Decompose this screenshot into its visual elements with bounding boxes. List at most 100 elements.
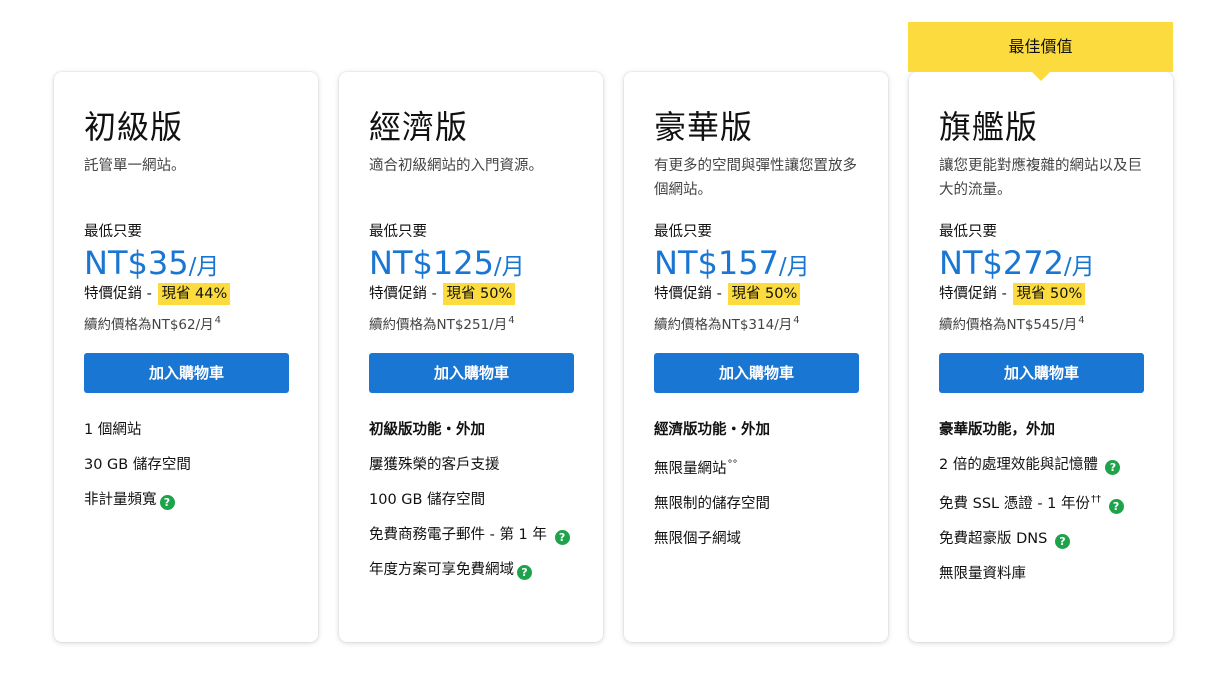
promo-label: 特價促銷 - bbox=[654, 286, 722, 302]
feature-list: 初級版功能・外加 屢獲殊榮的客戶支援 100 GB 儲存空間 免費商務電子郵件 … bbox=[369, 418, 579, 593]
savings-badge: 現省 50% bbox=[728, 283, 801, 305]
price-from-label: 最低只要 bbox=[939, 224, 997, 240]
price-from-label: 最低只要 bbox=[654, 224, 712, 240]
promo-line: 特價促銷 - 現省 50% bbox=[369, 280, 516, 308]
feature-list: 1 個網站 30 GB 儲存空間 非計量頻寬? bbox=[84, 418, 294, 523]
price-amount: NT$35 bbox=[84, 244, 189, 282]
renewal-text: 續約價格為NT$251/月 bbox=[369, 317, 508, 333]
feature-item: 年度方案可享免費網域? bbox=[369, 558, 579, 582]
price-amount: NT$125 bbox=[369, 244, 494, 282]
price-unit: /月 bbox=[1063, 254, 1095, 280]
plan-name: 經濟版 bbox=[369, 108, 469, 146]
help-icon[interactable]: ? bbox=[554, 530, 570, 545]
footnote-marker: 4 bbox=[793, 315, 800, 326]
feature-text: 30 GB 儲存空間 bbox=[84, 457, 191, 473]
plan-name: 初級版 bbox=[84, 108, 184, 146]
promo-line: 特價促銷 - 現省 50% bbox=[939, 280, 1086, 308]
plan-description: 託管單一網站。 bbox=[84, 158, 186, 174]
feature-item: 免費商務電子郵件 - 第 1 年 ? bbox=[369, 523, 579, 547]
feature-item: 無限量資料庫 bbox=[939, 562, 1149, 586]
renewal-text: 續約價格為NT$545/月 bbox=[939, 317, 1078, 333]
feature-item: 屢獲殊榮的客戶支援 bbox=[369, 453, 579, 477]
feature-text: 100 GB 儲存空間 bbox=[369, 492, 486, 508]
renewal-price: 續約價格為NT$314/月4 bbox=[654, 309, 800, 337]
feature-item: 30 GB 儲存空間 bbox=[84, 453, 294, 477]
best-value-label: 最佳價值 bbox=[1008, 37, 1073, 56]
price-unit: /月 bbox=[188, 254, 220, 280]
price-from-label: 最低只要 bbox=[369, 224, 427, 240]
savings-badge: 現省 44% bbox=[158, 283, 231, 305]
feature-text: 無限量網站 bbox=[654, 461, 727, 477]
price-unit: /月 bbox=[778, 254, 810, 280]
renewal-price: 續約價格為NT$62/月4 bbox=[84, 309, 221, 337]
feature-text: 無限個子網域 bbox=[654, 531, 741, 547]
best-value-ribbon: 最佳價值 bbox=[908, 22, 1173, 81]
promo-label: 特價促銷 - bbox=[84, 286, 152, 302]
feature-heading: 經濟版功能・外加 bbox=[654, 418, 864, 442]
promo-label: 特價促銷 - bbox=[369, 286, 437, 302]
feature-text: 無限量資料庫 bbox=[939, 566, 1026, 582]
price-from-label: 最低只要 bbox=[84, 224, 142, 240]
feature-text: 豪華版功能，外加 bbox=[939, 422, 1055, 438]
feature-item: 無限量網站°° bbox=[654, 453, 864, 481]
add-to-cart-button[interactable]: 加入購物車 bbox=[654, 353, 859, 393]
help-icon[interactable]: ? bbox=[1105, 460, 1121, 475]
plan-description: 適合初級網站的入門資源。 bbox=[369, 158, 543, 174]
promo-line: 特價促銷 - 現省 44% bbox=[84, 280, 231, 308]
plan-card-economy: 經濟版 適合初級網站的入門資源。 最低只要 NT$125/月 特價促銷 - 現省… bbox=[339, 72, 603, 642]
plan-name: 旗艦版 bbox=[939, 108, 1039, 146]
help-icon[interactable]: ? bbox=[1054, 534, 1070, 549]
feature-text: 年度方案可享免費網域 bbox=[369, 562, 514, 578]
help-icon[interactable]: ? bbox=[517, 565, 532, 580]
add-to-cart-button[interactable]: 加入購物車 bbox=[939, 353, 1144, 393]
feature-text: 無限制的儲存空間 bbox=[654, 496, 770, 512]
help-icon[interactable]: ? bbox=[1108, 499, 1124, 514]
help-icon[interactable]: ? bbox=[159, 495, 175, 510]
feature-text: 1 個網站 bbox=[84, 422, 142, 438]
price-unit: /月 bbox=[493, 254, 525, 280]
feature-heading: 初級版功能・外加 bbox=[369, 418, 579, 442]
feature-heading: 豪華版功能，外加 bbox=[939, 418, 1149, 442]
renewal-text: 續約價格為NT$62/月 bbox=[84, 317, 214, 333]
footnote-marker: †† bbox=[1091, 494, 1101, 505]
promo-label: 特價促銷 - bbox=[939, 286, 1007, 302]
feature-text: 經濟版功能・外加 bbox=[654, 422, 770, 438]
savings-badge: 現省 50% bbox=[1013, 283, 1086, 305]
footnote-marker: 4 bbox=[508, 315, 515, 326]
plan-card-ultimate: 旗艦版 讓您更能對應複雜的網站以及巨大的流量。 最低只要 NT$272/月 特價… bbox=[909, 72, 1173, 642]
price-amount: NT$157 bbox=[654, 244, 779, 282]
renewal-price: 續約價格為NT$251/月4 bbox=[369, 309, 515, 337]
renewal-price: 續約價格為NT$545/月4 bbox=[939, 309, 1085, 337]
footnote-marker: 4 bbox=[1078, 315, 1085, 326]
savings-badge: 現省 50% bbox=[443, 283, 516, 305]
ribbon-notch bbox=[1032, 72, 1050, 81]
feature-list: 豪華版功能，外加 2 倍的處理效能與記憶體 ? 免費 SSL 憑證 - 1 年份… bbox=[939, 418, 1149, 597]
plan-card-starter: 初級版 託管單一網站。 最低只要 NT$35/月 特價促銷 - 現省 44% 續… bbox=[54, 72, 318, 642]
feature-list: 經濟版功能・外加 無限量網站°° 無限制的儲存空間 無限個子網域 bbox=[654, 418, 864, 562]
feature-text: 初級版功能・外加 bbox=[369, 422, 485, 438]
plan-card-deluxe: 豪華版 有更多的空間與彈性讓您置放多個網站。 最低只要 NT$157/月 特價促… bbox=[624, 72, 888, 642]
plan-description: 有更多的空間與彈性讓您置放多個網站。 bbox=[654, 158, 857, 198]
feature-item: 100 GB 儲存空間 bbox=[369, 488, 579, 512]
feature-text: 免費超豪版 DNS bbox=[939, 531, 1048, 547]
feature-text: 非計量頻寬 bbox=[84, 492, 157, 508]
add-to-cart-button[interactable]: 加入購物車 bbox=[84, 353, 289, 393]
feature-item: 2 倍的處理效能與記憶體 ? bbox=[939, 453, 1149, 477]
feature-text: 免費 SSL 憑證 - 1 年份 bbox=[939, 496, 1090, 512]
feature-item: 1 個網站 bbox=[84, 418, 294, 442]
plan-name: 豪華版 bbox=[654, 108, 754, 146]
feature-item: 無限制的儲存空間 bbox=[654, 492, 864, 516]
promo-line: 特價促銷 - 現省 50% bbox=[654, 280, 801, 308]
price-amount: NT$272 bbox=[939, 244, 1064, 282]
feature-item: 無限個子網域 bbox=[654, 527, 864, 551]
plan-description: 讓您更能對應複雜的網站以及巨大的流量。 bbox=[939, 158, 1142, 198]
feature-item: 免費超豪版 DNS ? bbox=[939, 527, 1149, 551]
footnote-marker: 4 bbox=[214, 315, 222, 326]
feature-item: 免費 SSL 憑證 - 1 年份†† ? bbox=[939, 488, 1149, 516]
renewal-text: 續約價格為NT$314/月 bbox=[654, 317, 793, 333]
feature-item: 非計量頻寬? bbox=[84, 488, 294, 512]
add-to-cart-button[interactable]: 加入購物車 bbox=[369, 353, 574, 393]
feature-text: 免費商務電子郵件 - 第 1 年 bbox=[369, 527, 547, 543]
feature-text: 2 倍的處理效能與記憶體 bbox=[939, 457, 1098, 473]
feature-text: 屢獲殊榮的客戶支援 bbox=[369, 457, 500, 473]
